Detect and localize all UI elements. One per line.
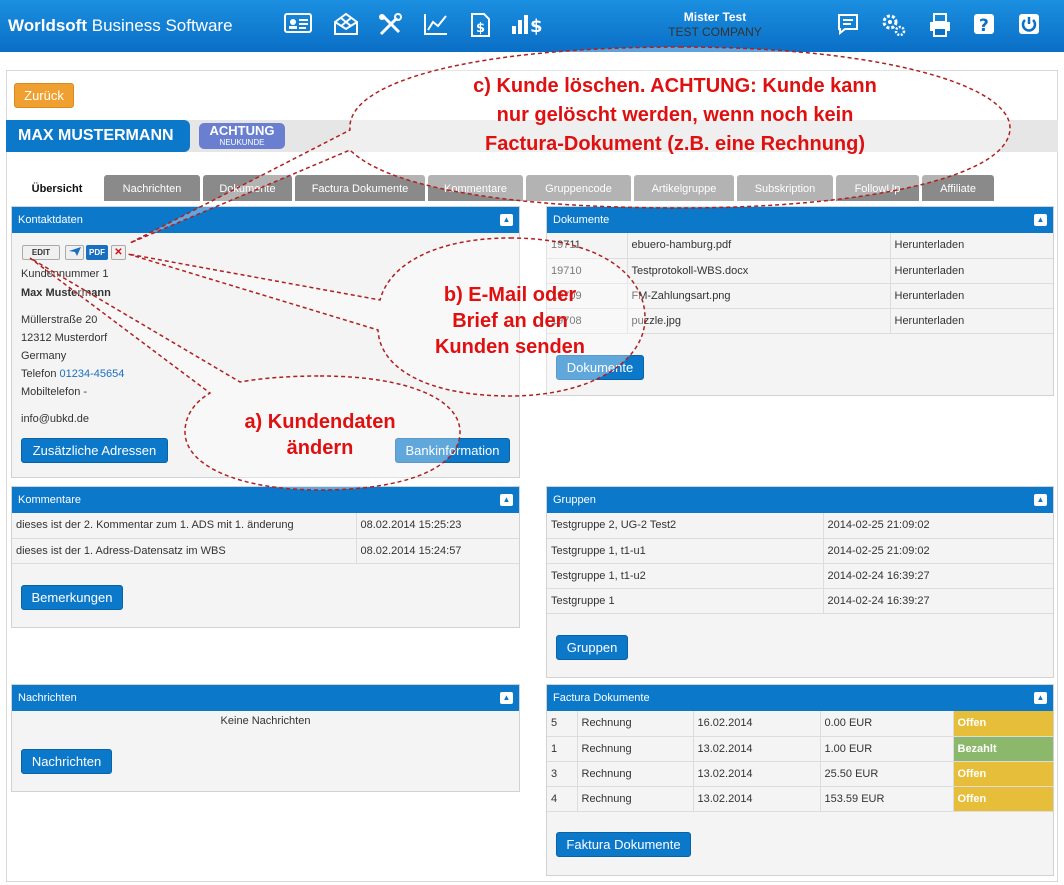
comments-table: dieses ist der 2. Kommentar zum 1. ADS m… bbox=[12, 513, 519, 564]
customer-number: Kundennummer 1 bbox=[21, 268, 109, 280]
tab-factura-dokumente[interactable]: Factura Dokumente bbox=[295, 175, 425, 201]
power-icon[interactable] bbox=[1015, 12, 1043, 38]
revenue-icon[interactable]: $ bbox=[510, 12, 544, 38]
email-link[interactable]: info@ubkd.de bbox=[21, 413, 89, 425]
print-icon[interactable] bbox=[926, 12, 954, 38]
status-badge: Offen bbox=[953, 761, 1053, 787]
factura-documents-button[interactable]: Faktura Dokumente bbox=[556, 832, 691, 857]
messages-button[interactable]: Nachrichten bbox=[21, 749, 112, 774]
table-row: dieses ist der 1. Adress-Datensatz im WB… bbox=[12, 538, 519, 564]
svg-text:$: $ bbox=[530, 16, 543, 36]
additional-addresses-button[interactable]: Zusätzliche Adressen bbox=[21, 438, 168, 463]
table-row: Testgruppe 1, t1-u2 2014-02-24 16:39:27 bbox=[547, 563, 1053, 589]
tab-dokumente[interactable]: Dokumente bbox=[203, 175, 292, 201]
table-row: Testgruppe 1, t1-u1 2014-02-25 21:09:02 bbox=[547, 538, 1053, 564]
collapse-icon[interactable]: ▲ bbox=[500, 692, 513, 704]
messages-panel-header: Nachrichten ▲ bbox=[12, 685, 519, 711]
download-link[interactable]: Herunterladen bbox=[890, 258, 1053, 284]
company-name: TEST COMPANY bbox=[668, 25, 762, 39]
settings-icon[interactable] bbox=[880, 12, 908, 38]
table-row: 5 Rechnung 16.02.2014 0.00 EUR Offen bbox=[547, 711, 1053, 737]
download-link[interactable]: Herunterladen bbox=[890, 233, 1053, 259]
table-row: 19708 puzzle.jpg Herunterladen bbox=[547, 308, 1053, 334]
table-row: Testgruppe 1 2014-02-24 16:39:27 bbox=[547, 588, 1053, 614]
comments-panel-header: Kommentare ▲ bbox=[12, 487, 519, 513]
table-row: 19710 Testprotokoll-WBS.docx Herunterladen bbox=[547, 258, 1053, 284]
table-row: 4 Rechnung 13.02.2014 153.59 EUR Offen bbox=[547, 786, 1053, 812]
table-row: 19709 FM-Zahlungsart.png Herunterladen bbox=[547, 283, 1053, 309]
download-link[interactable]: Herunterladen bbox=[890, 308, 1053, 334]
contact-city: 12312 Musterdorf bbox=[21, 332, 108, 344]
groups-button[interactable]: Gruppen bbox=[556, 635, 628, 660]
tab-nachrichten[interactable]: Nachrichten bbox=[104, 175, 200, 201]
collapse-icon[interactable]: ▲ bbox=[500, 494, 513, 506]
contact-country: Germany bbox=[21, 350, 67, 362]
tab-artikelgruppe[interactable]: Artikelgruppe bbox=[634, 175, 734, 201]
remarks-button[interactable]: Bemerkungen bbox=[21, 585, 123, 610]
tab-followup[interactable]: FollowUp bbox=[836, 175, 919, 201]
back-button[interactable]: Zurück bbox=[14, 83, 74, 108]
table-row: 1 Rechnung 13.02.2014 1.00 EUR Bezahlt bbox=[547, 736, 1053, 762]
collapse-icon[interactable]: ▲ bbox=[500, 214, 513, 226]
invoice-icon[interactable]: $ bbox=[466, 12, 494, 38]
tab-subskription[interactable]: Subskription bbox=[737, 175, 833, 201]
collapse-icon[interactable]: ▲ bbox=[1034, 214, 1047, 226]
pdf-letter-button[interactable]: PDF bbox=[86, 245, 108, 260]
top-bar: Worldsoft Business Software $ $ Mister T… bbox=[0, 0, 1064, 52]
tab-gruppencode[interactable]: Gruppencode bbox=[526, 175, 631, 201]
no-messages-text: Keine Nachrichten bbox=[220, 715, 311, 727]
annotation-send-mail: b) E-Mail oder Brief an den Kunden sende… bbox=[434, 284, 585, 358]
user-name: Mister Test bbox=[683, 10, 747, 24]
tools-icon[interactable] bbox=[376, 12, 404, 38]
table-row: dieses ist der 2. Kommentar zum 1. ADS m… bbox=[12, 513, 519, 539]
annotation-edit-customer: a) Kundendaten ändern bbox=[244, 411, 396, 459]
user-info[interactable]: Mister Test TEST COMPANY bbox=[640, 10, 790, 39]
svg-text:?: ? bbox=[979, 16, 989, 36]
documents-table: 19711 ebuero-hamburg.pdf Herunterladen 197… bbox=[547, 233, 1053, 334]
documents-panel-header: Dokumente ▲ bbox=[547, 207, 1053, 233]
collapse-icon[interactable]: ▲ bbox=[1034, 692, 1047, 704]
customer-name: MAX MUSTERMANN bbox=[6, 120, 190, 152]
mail-icon[interactable] bbox=[332, 12, 360, 38]
send-email-icon[interactable] bbox=[65, 245, 84, 260]
contact-panel-header: Kontaktdaten ▲ bbox=[12, 207, 519, 233]
tab-kommentare[interactable]: Kommentare bbox=[428, 175, 523, 201]
groups-panel-title: Gruppen bbox=[553, 494, 596, 506]
contact-panel-title: Kontaktdaten bbox=[18, 214, 83, 226]
phone-link[interactable]: 01234-45654 bbox=[60, 368, 125, 380]
download-link[interactable]: Herunterladen bbox=[890, 283, 1053, 309]
contact-street: Müllerstraße 20 bbox=[21, 314, 98, 326]
comments-panel-title: Kommentare bbox=[18, 494, 81, 506]
help-icon[interactable]: ? bbox=[970, 12, 998, 38]
collapse-icon[interactable]: ▲ bbox=[1034, 494, 1047, 506]
factura-panel-header: Factura Dokumente ▲ bbox=[547, 685, 1053, 711]
tab-affiliate[interactable]: Affiliate bbox=[922, 175, 994, 201]
contact-mobile: Mobiltelefon - bbox=[21, 386, 88, 398]
chart-icon[interactable] bbox=[422, 12, 450, 38]
contact-name: Max Mustermann bbox=[21, 287, 111, 299]
annotation-delete-customer: c) Kunde löschen. ACHTUNG: Kunde kann nu… bbox=[473, 75, 877, 155]
factura-panel-title: Factura Dokumente bbox=[553, 692, 650, 704]
delete-customer-icon[interactable]: ✕ bbox=[111, 245, 126, 260]
new-customer-badge: ACHTUNG NEUKUNDE bbox=[199, 123, 285, 149]
documents-panel-title: Dokumente bbox=[553, 214, 610, 226]
svg-text:$: $ bbox=[476, 21, 485, 36]
status-badge: Offen bbox=[953, 711, 1053, 737]
status-badge: Offen bbox=[953, 786, 1053, 812]
brand-logo[interactable]: Worldsoft Business Software bbox=[8, 16, 233, 36]
tab-uebersicht[interactable]: Übersicht bbox=[14, 175, 100, 201]
table-row: 19711 ebuero-hamburg.pdf Herunterladen bbox=[547, 233, 1053, 259]
table-row: Testgruppe 2, UG-2 Test2 2014-02-25 21:09… bbox=[547, 513, 1053, 539]
contact-phone: Telefon 01234-45654 bbox=[21, 368, 125, 380]
edit-button[interactable]: EDIT bbox=[22, 245, 60, 260]
factura-table: 5 Rechnung 16.02.2014 0.00 EUR Offen 1 Rechnu… bbox=[547, 711, 1053, 812]
status-badge: Bezahlt bbox=[953, 736, 1053, 762]
messages-panel-title: Nachrichten bbox=[18, 692, 77, 704]
groups-table: Testgruppe 2, UG-2 Test2 2014-02-25 21:09… bbox=[547, 513, 1053, 614]
messages-panel: Nachrichten ▲ Keine Nachrichten bbox=[11, 684, 520, 792]
contact-card-icon[interactable] bbox=[284, 12, 312, 38]
message-icon[interactable] bbox=[834, 12, 862, 38]
table-row: 3 Rechnung 13.02.2014 25.50 EUR Offen bbox=[547, 761, 1053, 787]
groups-panel-header: Gruppen ▲ bbox=[547, 487, 1053, 513]
